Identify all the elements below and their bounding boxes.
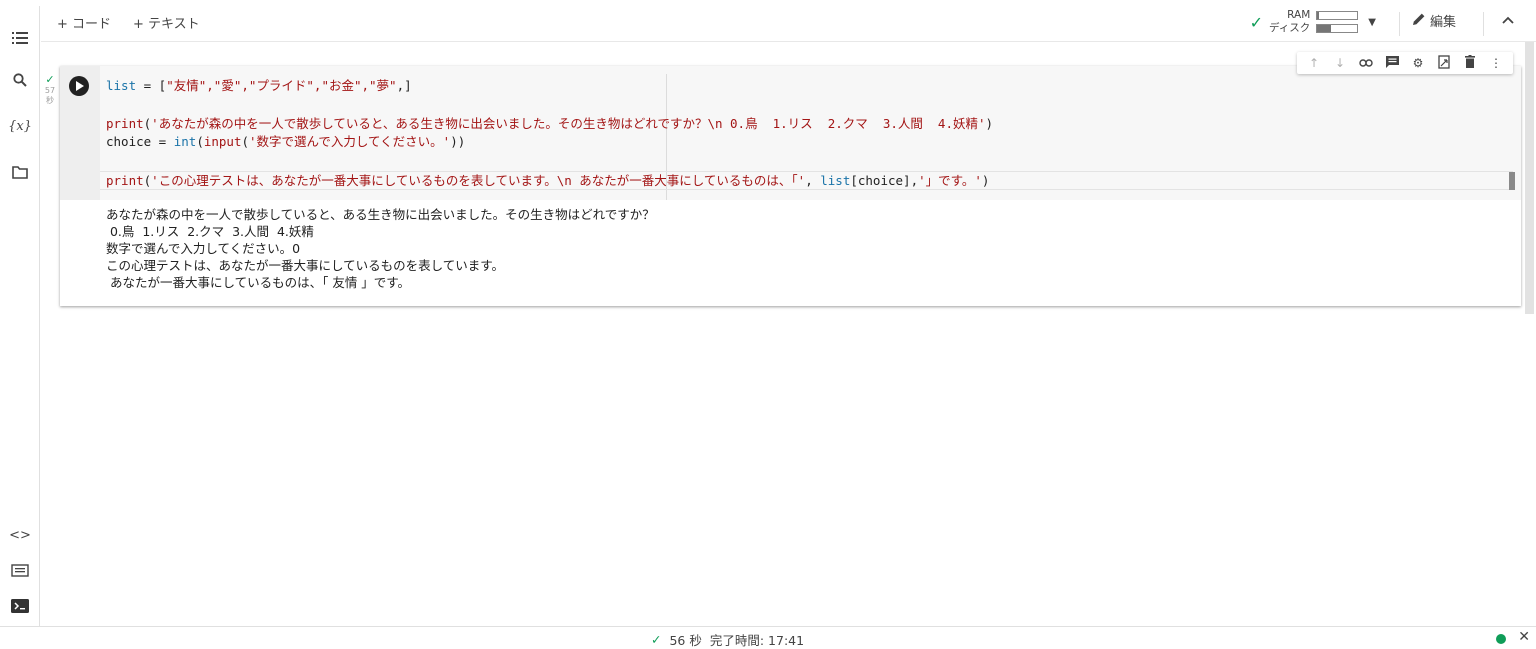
notebook-toolbar: + コード + テキスト ✓ RAM ディスク ▼ 編集 [41,6,1536,42]
caret-down-icon[interactable]: ▼ [1368,17,1376,28]
code-line: choice = int(input('数字で選んで入力してください。')) [106,134,466,149]
output-line: あなたが一番大事にしているものは、「 友情 」です。 [106,275,411,290]
toolbar-divider [1399,12,1400,36]
disk-bar [1316,24,1359,33]
settings-icon[interactable]: ⚙ [1409,56,1427,70]
mirror-cell-icon[interactable] [1435,54,1453,72]
add-text-button[interactable]: + テキスト [133,13,200,32]
left-sidebar: {x} <> [0,6,40,626]
ram-bar-fill [1317,12,1320,19]
resource-bars [1316,11,1359,33]
toolbar-divider [1483,12,1484,36]
page-scrollbar[interactable] [1525,42,1534,314]
delete-icon[interactable] [1461,55,1479,71]
output-line: 0.鳥 1.リス 2.クマ 3.人間 4.妖精 [106,224,314,239]
disk-label: ディスク [1269,22,1311,34]
execution-time-unit: 秒 [46,96,54,105]
folder-icon[interactable] [6,158,34,186]
code-cell[interactable]: list = ["友情","愛","プライド","お金","夢",] print… [60,66,1521,306]
comment-icon[interactable] [1383,55,1401,71]
pencil-icon [1412,12,1426,30]
more-vert-icon[interactable]: ⋮ [1487,56,1505,70]
code-line: list = ["友情","愛","プライド","お金","夢",] [106,78,412,93]
resource-monitor[interactable]: ✓ RAM ディスク ▼ [1250,9,1376,35]
code-line: print('この心理テストは、あなたが一番大事にしているものを表しています。\… [106,173,990,188]
search-icon[interactable] [6,66,34,94]
code-line: print('あなたが森の中を一人で散歩していると、ある生き物に出会いました。そ… [106,116,994,131]
ram-bar [1316,11,1359,20]
toc-icon[interactable] [6,24,34,52]
output-line: 数字で選んで入力してください。0 [106,241,301,256]
arrow-up-icon[interactable]: ↑ [1305,56,1323,70]
execution-status: ✓ 57 秒 [41,74,59,106]
cell-output: あなたが森の中を一人で散歩していると、ある生き物に出会いました。その生き物はどれ… [106,206,655,291]
output-line: この心理テストは、あなたが一番大事にしているものを表しています。 [106,258,505,273]
code-snippets-icon[interactable]: <> [6,521,34,549]
close-icon[interactable]: ✕ [1518,629,1530,645]
check-icon: ✓ [1249,12,1264,32]
check-icon: ✓ [651,632,662,647]
link-icon[interactable] [1357,56,1375,70]
add-code-button[interactable]: + コード [57,13,111,32]
command-palette-icon[interactable] [6,556,34,584]
completion-time: 完了時間: 17:41 [709,633,805,648]
disk-bar-fill [1317,25,1332,32]
variables-icon[interactable]: {x} [6,112,34,140]
edit-label: 編集 [1429,15,1456,30]
runtime-status-icon [1496,634,1506,644]
arrow-down-icon[interactable]: ↓ [1331,56,1349,70]
execution-time: 57 [44,86,56,95]
cell-toolbar: ↑ ↓ ⚙ ⋮ [1297,52,1513,74]
edit-button[interactable]: 編集 [1412,11,1456,30]
status-bar: ✓ 56 秒 完了時間: 17:41 ✕ [0,626,1536,649]
run-icon[interactable] [69,76,89,96]
code-editor[interactable]: list = ["友情","愛","プライド","お金","夢",] print… [100,66,1521,200]
terminal-icon[interactable] [6,592,34,620]
execution-duration: 56 秒 [669,633,702,648]
execution-summary[interactable]: ✓ 56 秒 完了時間: 17:41 [651,630,804,649]
cell-gutter [60,66,100,200]
output-line: あなたが森の中を一人で散歩していると、ある生き物に出会いました。その生き物はどれ… [106,207,655,222]
ram-label: RAM [1287,9,1311,21]
editor-scrollbar[interactable] [1509,172,1515,190]
check-icon: ✓ [45,73,55,86]
resource-labels: RAM ディスク [1269,9,1310,35]
chevron-up-icon[interactable] [1502,12,1514,28]
